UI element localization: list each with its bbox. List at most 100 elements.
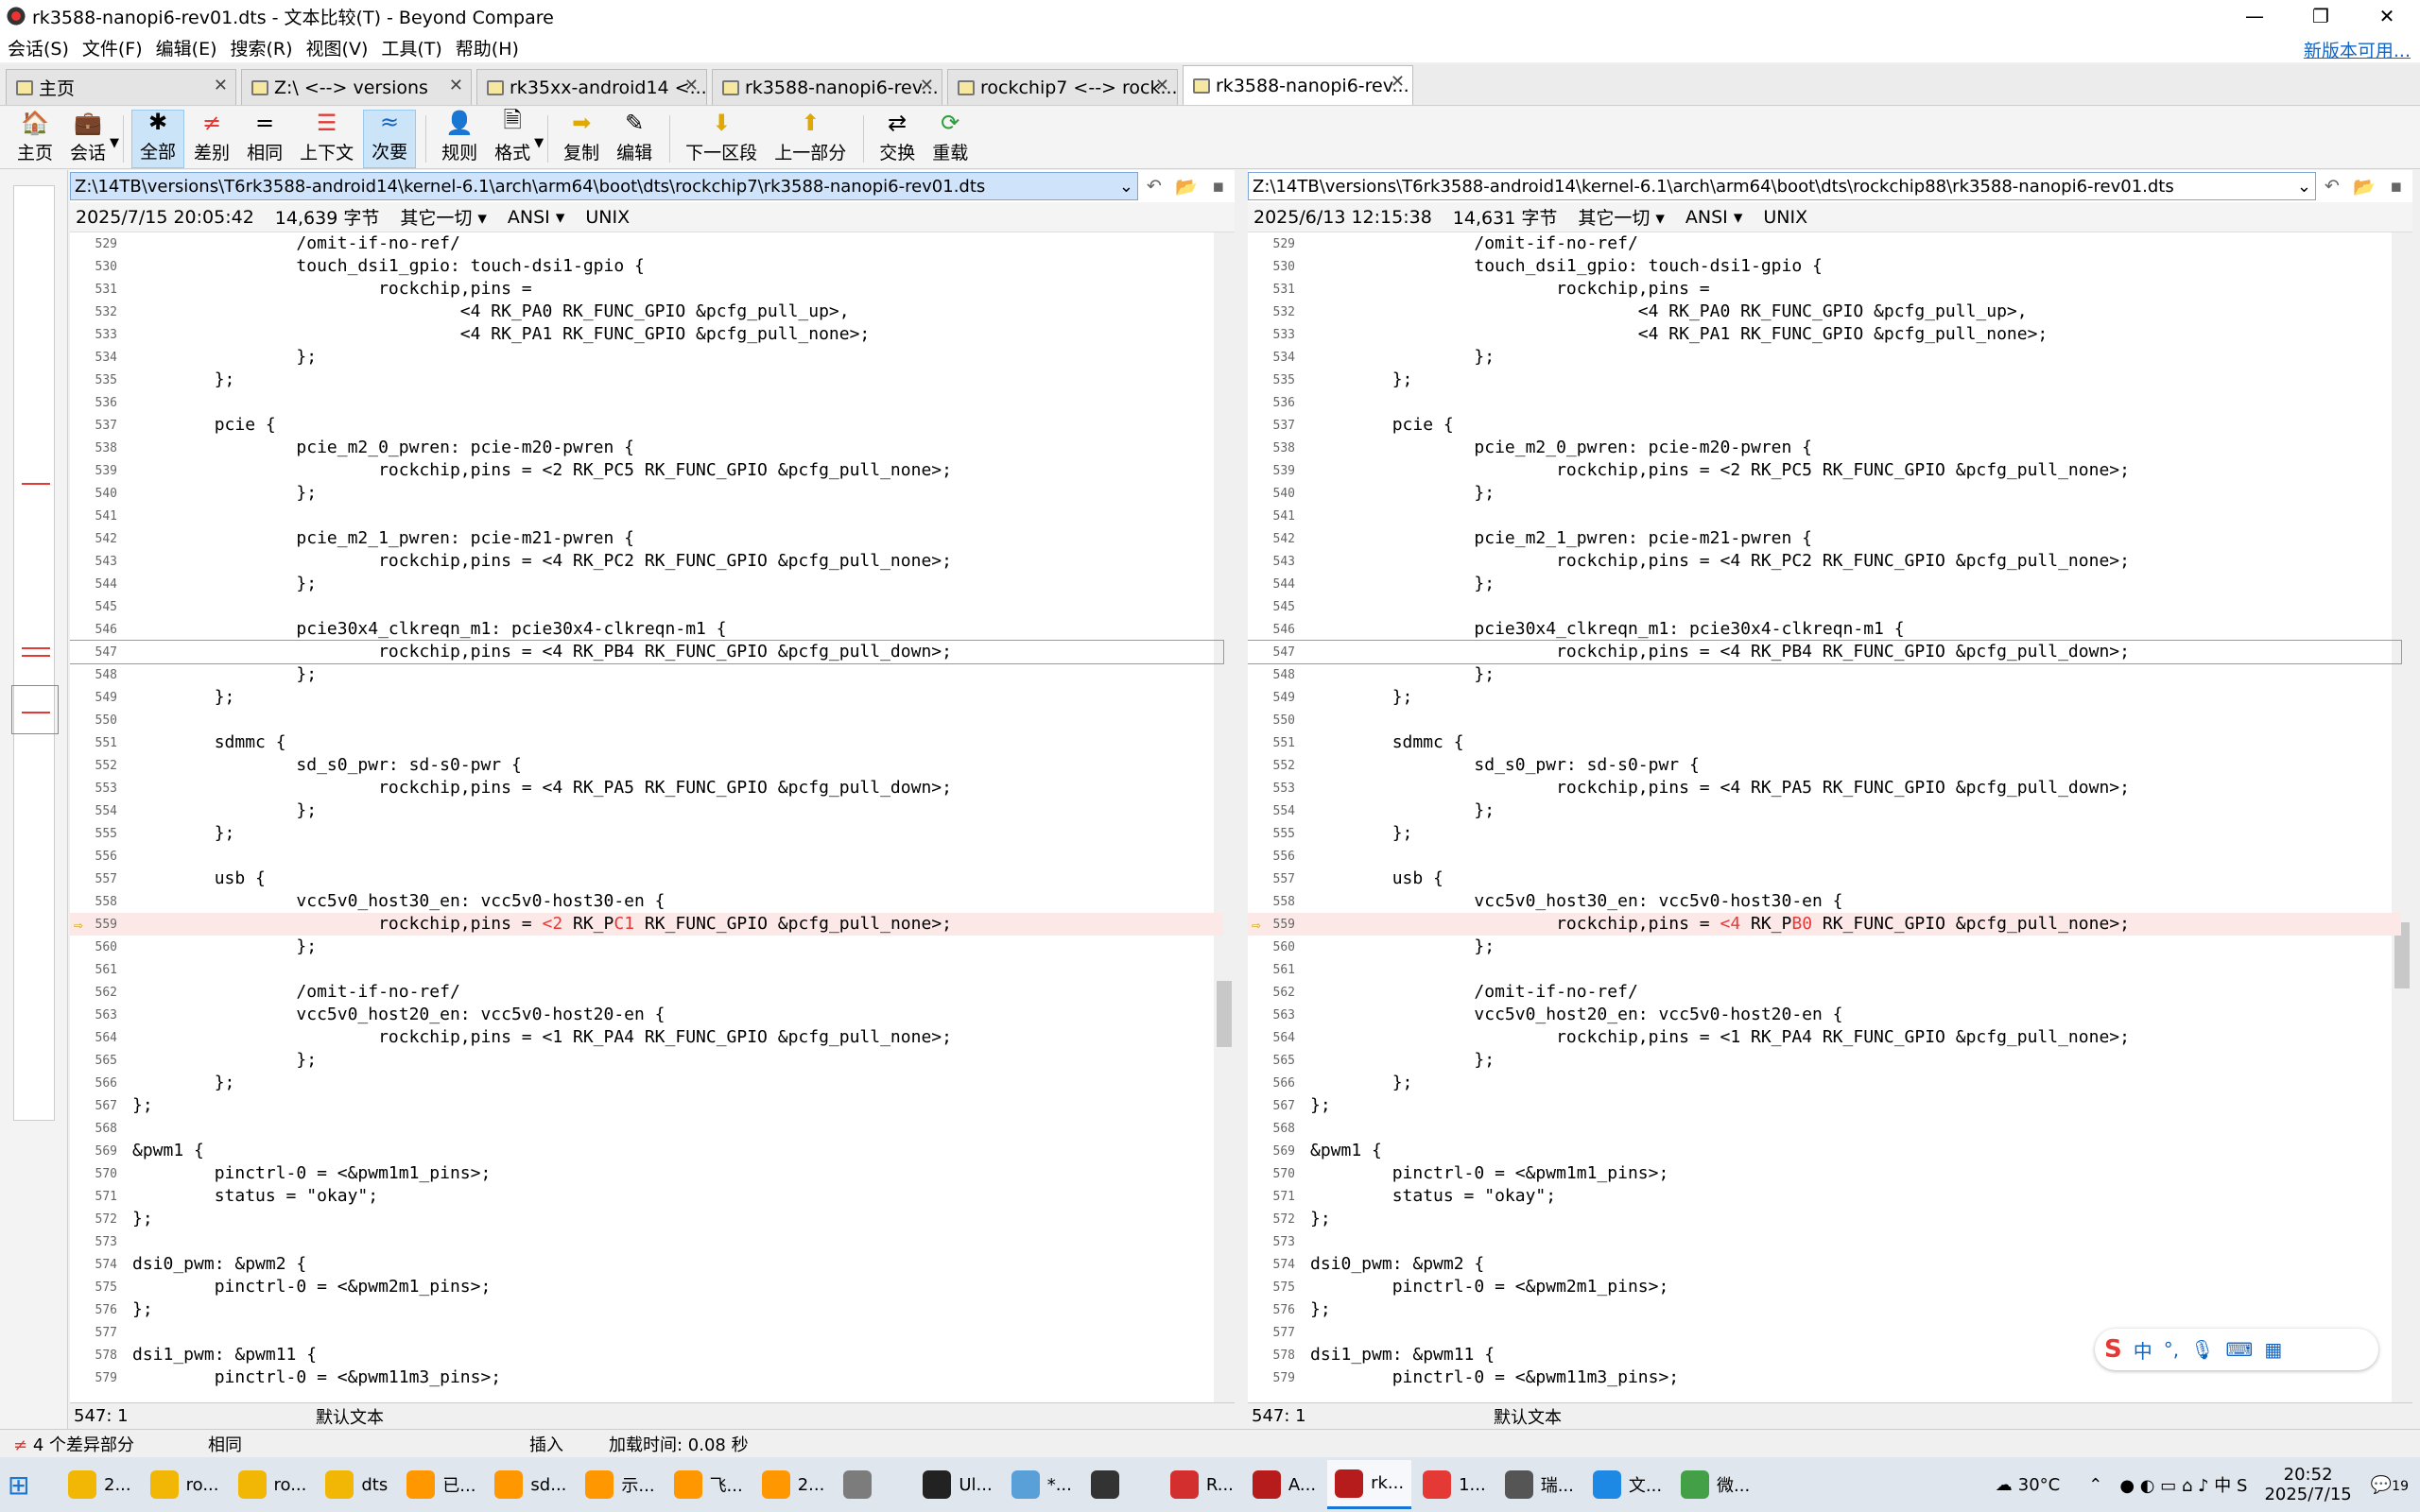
tab-home[interactable]: 主页 ✕	[6, 69, 236, 105]
code-line[interactable]: 564 rockchip,pins = <1 RK_PA4 RK_FUNC_GP…	[70, 1026, 1223, 1049]
code-line[interactable]: 567};	[70, 1094, 1223, 1117]
code-line[interactable]: 561	[70, 958, 1223, 981]
tab-folder-compare[interactable]: rockchip7 <--> rock... ✕	[947, 69, 1178, 105]
weather-temp[interactable]: 30°C	[2018, 1475, 2060, 1495]
other-dropdown[interactable]: 其它一切 ▾	[400, 204, 487, 230]
code-line[interactable]: 562 /omit-if-no-ref/	[70, 981, 1223, 1004]
right-code-view[interactable]: 529 /omit-if-no-ref/530 touch_dsi1_gpio:…	[1248, 232, 2412, 1406]
code-line[interactable]: 553 rockchip,pins = <4 RK_PA5 RK_FUNC_GP…	[1248, 777, 2401, 799]
code-line[interactable]: 547 rockchip,pins = <4 RK_PB4 RK_FUNC_GP…	[1248, 640, 2402, 664]
taskbar-app[interactable]: 微...	[1673, 1460, 1757, 1509]
code-line[interactable]: 549 };	[70, 686, 1223, 709]
session-button[interactable]: 💼 会话 ▼	[62, 110, 119, 168]
folder-open-icon[interactable]: 📂	[1170, 172, 1202, 200]
code-line[interactable]: 554 };	[1248, 799, 2401, 822]
microphone-icon[interactable]: 🎙	[2190, 1338, 2214, 1361]
ime-mode[interactable]: 中	[2134, 1336, 2152, 1364]
code-line[interactable]: 552 sd_s0_pwr: sd-s0-pwr {	[1248, 754, 2401, 777]
diff-overview-pane[interactable]	[0, 170, 68, 1451]
history-icon[interactable]: ↶	[1138, 172, 1170, 200]
show-same-button[interactable]: = 相同	[239, 110, 290, 168]
code-line[interactable]: 534 };	[1248, 346, 2401, 369]
menu-session[interactable]: 会话(S)	[8, 35, 69, 60]
taskbar-app[interactable]	[1083, 1460, 1159, 1509]
swap-button[interactable]: ⇄ 交换	[872, 110, 923, 168]
code-line[interactable]: 560 };	[70, 936, 1223, 958]
code-line[interactable]: 542 pcie_m2_1_pwren: pcie-m21-pwren {	[70, 527, 1223, 550]
code-line[interactable]: 541	[70, 505, 1223, 527]
code-line[interactable]: 532 <4 RK_PA0 RK_FUNC_GPIO &pcfg_pull_up…	[1248, 301, 2401, 323]
right-path-input[interactable]: Z:\14TB\versions\T6rk3588-android14\kern…	[1248, 172, 2316, 200]
code-line[interactable]: 578 dsi1_pwm: &pwm11 {	[70, 1344, 1223, 1366]
code-line[interactable]: 531 rockchip,pins =	[70, 278, 1223, 301]
tab-close-icon[interactable]: ✕	[1155, 76, 1169, 95]
folder-open-icon[interactable]: 📂	[2348, 172, 2380, 200]
code-line[interactable]: 529 /omit-if-no-ref/	[1248, 232, 2401, 255]
taskbar-app[interactable]: 瑞...	[1497, 1460, 1582, 1509]
taskbar-app[interactable]: 文...	[1585, 1460, 1669, 1509]
code-line[interactable]: 535 };	[1248, 369, 2401, 391]
next-section-button[interactable]: ⬇ 下一区段	[678, 110, 765, 168]
code-line[interactable]: 573	[70, 1230, 1223, 1253]
taskbar-app[interactable]: dts	[318, 1460, 395, 1509]
code-line[interactable]: 568	[70, 1117, 1223, 1140]
code-line[interactable]: 577	[70, 1321, 1223, 1344]
code-line[interactable]: 538 pcie_m2_0_pwren: pcie-m20-pwren {	[1248, 437, 2401, 459]
punctuation-icon[interactable]: °,	[2164, 1338, 2179, 1361]
code-line[interactable]: 567};	[1248, 1094, 2401, 1117]
taskbar-app[interactable]: A...	[1245, 1460, 1323, 1509]
code-line[interactable]: 547 rockchip,pins = <4 RK_PB4 RK_FUNC_GP…	[70, 640, 1224, 664]
other-dropdown[interactable]: 其它一切 ▾	[1578, 204, 1665, 230]
code-line[interactable]: 533 <4 RK_PA1 RK_FUNC_GPIO &pcfg_pull_no…	[70, 323, 1223, 346]
code-line[interactable]: 529 /omit-if-no-ref/	[70, 232, 1223, 255]
code-line[interactable]: 536	[70, 391, 1223, 414]
menu-tools[interactable]: 工具(T)	[381, 35, 441, 60]
code-line[interactable]: 540 };	[1248, 482, 2401, 505]
taskbar-app[interactable]: rk...	[1327, 1460, 1412, 1509]
clock[interactable]: 20:52 2025/7/15	[2264, 1465, 2351, 1504]
save-icon[interactable]: ▪	[2380, 172, 2412, 200]
grid-icon[interactable]: ▦	[2264, 1338, 2282, 1361]
code-line[interactable]: 543 rockchip,pins = <4 RK_PC2 RK_FUNC_GP…	[70, 550, 1223, 573]
notification-icon[interactable]: 💬19	[2371, 1475, 2409, 1495]
tab-close-icon[interactable]: ✕	[920, 76, 934, 95]
home-button[interactable]: 🏠 主页	[9, 110, 60, 168]
left-code-view[interactable]: 529 /omit-if-no-ref/530 touch_dsi1_gpio:…	[70, 232, 1235, 1406]
code-line[interactable]: 544 };	[70, 573, 1223, 595]
code-line[interactable]: 561	[1248, 958, 2401, 981]
code-line[interactable]: 537 pcie {	[70, 414, 1223, 437]
chevron-down-icon[interactable]: ▼	[534, 136, 544, 150]
encoding-dropdown[interactable]: ANSI ▾	[1685, 207, 1742, 228]
code-line[interactable]: 545	[70, 595, 1223, 618]
code-line[interactable]: 533 <4 RK_PA1 RK_FUNC_GPIO &pcfg_pull_no…	[1248, 323, 2401, 346]
code-line[interactable]: 538 pcie_m2_0_pwren: pcie-m20-pwren {	[70, 437, 1223, 459]
diff-arrow-icon[interactable]: ⇨	[74, 916, 83, 934]
code-line[interactable]: 539 rockchip,pins = <2 RK_PC5 RK_FUNC_GP…	[70, 459, 1223, 482]
code-line[interactable]: 543 rockchip,pins = <4 RK_PC2 RK_FUNC_GP…	[1248, 550, 2401, 573]
rules-button[interactable]: 👤 规则	[434, 110, 485, 168]
chevron-up-icon[interactable]: ⌃	[2088, 1475, 2102, 1495]
code-line[interactable]: 545	[1248, 595, 2401, 618]
code-line[interactable]: ⇨ 559 rockchip,pins = <2 RK_PC1 RK_FUNC_G…	[70, 913, 1223, 936]
taskbar-app[interactable]	[836, 1460, 911, 1509]
diff-arrow-icon[interactable]: ⇨	[1252, 916, 1261, 934]
code-line[interactable]: 570 pinctrl-0 = <&pwm1m1_pins>;	[70, 1162, 1223, 1185]
code-line[interactable]: 565 };	[1248, 1049, 2401, 1072]
code-line[interactable]: 542 pcie_m2_1_pwren: pcie-m21-pwren {	[1248, 527, 2401, 550]
reload-button[interactable]: ⟳ 重载	[925, 110, 976, 168]
update-available-link[interactable]: 新版本可用...	[2304, 37, 2411, 62]
taskbar-app[interactable]: Ul...	[915, 1460, 999, 1509]
close-button[interactable]: ✕	[2354, 0, 2420, 32]
minimize-button[interactable]: —	[2221, 0, 2288, 32]
menu-file[interactable]: 文件(F)	[82, 35, 143, 60]
overview-map[interactable]	[13, 185, 55, 1121]
taskbar-app[interactable]: ro...	[231, 1460, 315, 1509]
code-line[interactable]: 535 };	[70, 369, 1223, 391]
edit-button[interactable]: ✎ 编辑	[609, 110, 660, 168]
code-line[interactable]: 574 dsi0_pwm: &pwm2 {	[1248, 1253, 2401, 1276]
history-icon[interactable]: ↶	[2316, 172, 2348, 200]
code-line[interactable]: 572};	[1248, 1208, 2401, 1230]
show-all-button[interactable]: ✱ 全部	[131, 109, 185, 168]
code-line[interactable]: 579 pinctrl-0 = <&pwm11m3_pins>;	[70, 1366, 1223, 1389]
code-line[interactable]: 566 };	[1248, 1072, 2401, 1094]
